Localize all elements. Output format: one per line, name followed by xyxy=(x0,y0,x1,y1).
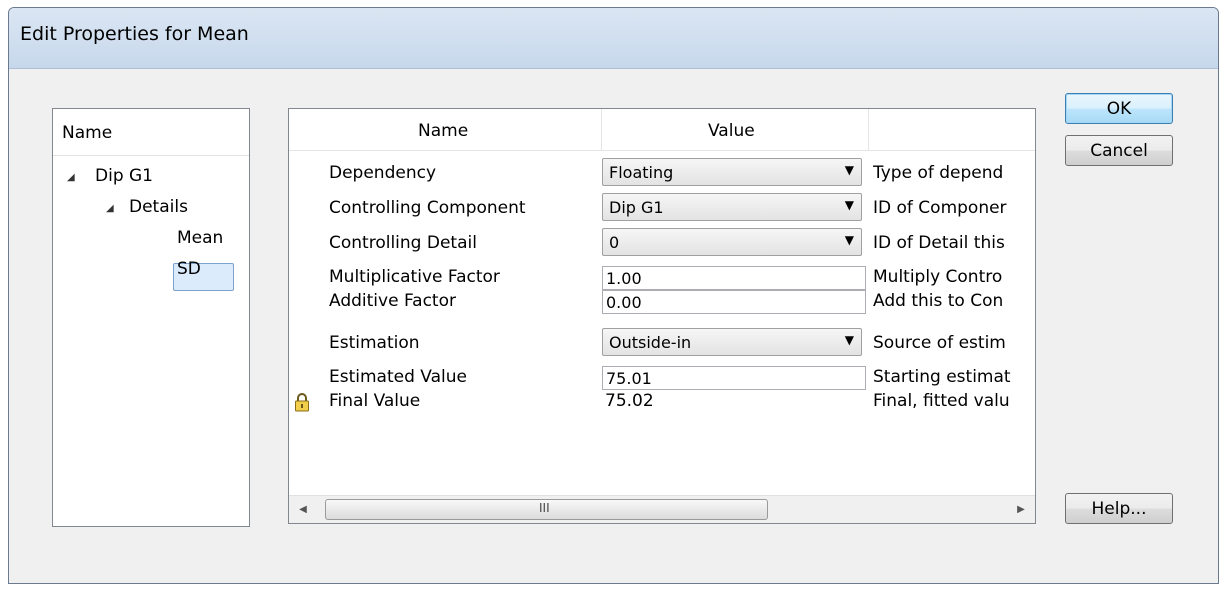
dropdown-value: Dip G1 xyxy=(609,198,664,217)
property-name: Controlling Detail xyxy=(329,233,477,253)
title-bar: Edit Properties for Mean xyxy=(9,8,1218,69)
scroll-grip-icon: III xyxy=(539,501,550,515)
grid-header: Name Value xyxy=(289,109,1035,151)
property-grid[interactable]: Name Value Dependency Floating ▼ Type of… xyxy=(288,108,1036,524)
dropdown-value: Outside-in xyxy=(609,333,692,352)
multiplicative-factor-input[interactable]: 1.00 xyxy=(602,266,866,290)
property-description: Starting estimat xyxy=(873,367,1011,387)
grid-row-controlling-detail[interactable]: Controlling Detail 0 ▼ ID of Detail this xyxy=(289,228,1035,260)
help-button[interactable]: Help... xyxy=(1065,493,1173,524)
tree-header-label: Name xyxy=(62,123,113,143)
additive-factor-input[interactable]: 0.00 xyxy=(602,290,866,314)
input-value: 0.00 xyxy=(606,293,642,312)
column-separator[interactable] xyxy=(868,109,869,150)
dialog-client-area: Name ◢ Dip G1 ◢ Details Mean SD Name Val… xyxy=(9,69,1218,583)
expanded-triangle-icon[interactable]: ◢ xyxy=(67,172,75,183)
dependency-dropdown[interactable]: Floating ▼ xyxy=(602,158,862,186)
tree-node-label: Dip G1 xyxy=(95,166,153,186)
property-name: Multiplicative Factor xyxy=(329,267,500,287)
property-description: Add this to Con xyxy=(873,291,1004,311)
grid-row-dependency[interactable]: Dependency Floating ▼ Type of depend xyxy=(289,158,1035,190)
dropdown-arrow-icon[interactable]: ▼ xyxy=(845,333,854,347)
property-description: ID of Componer xyxy=(873,198,1007,218)
tree-node-label: SD xyxy=(177,259,201,279)
tree-column-header[interactable]: Name xyxy=(53,109,249,156)
final-value-readonly: 75.02 xyxy=(605,391,654,411)
dropdown-arrow-icon[interactable]: ▼ xyxy=(845,163,854,177)
property-name: Estimated Value xyxy=(329,367,467,387)
controlling-component-dropdown[interactable]: Dip G1 ▼ xyxy=(602,193,862,221)
grid-row-multiplicative-factor[interactable]: Multiplicative Factor 1.00 Multiply Cont… xyxy=(289,266,1035,290)
estimated-value-input[interactable]: 75.01 xyxy=(602,366,866,390)
property-name: Final Value xyxy=(329,391,421,411)
scroll-left-arrow-icon[interactable]: ◀ xyxy=(289,496,317,523)
column-separator[interactable] xyxy=(601,109,602,150)
property-description: ID of Detail this xyxy=(873,233,1005,253)
tree-node-label: Mean xyxy=(177,228,224,248)
property-description: Final, fitted valu xyxy=(873,391,1010,411)
estimation-dropdown[interactable]: Outside-in ▼ xyxy=(602,328,862,356)
grid-row-controlling-component[interactable]: Controlling Component Dip G1 ▼ ID of Com… xyxy=(289,193,1035,225)
property-description: Multiply Contro xyxy=(873,267,1003,287)
grid-row-additive-factor[interactable]: Additive Factor 0.00 Add this to Con xyxy=(289,290,1035,314)
property-name: Dependency xyxy=(329,163,437,183)
tree-node-mean[interactable]: Mean xyxy=(177,228,223,248)
property-description: Source of estim xyxy=(873,333,1006,353)
property-name: Additive Factor xyxy=(329,291,456,311)
expanded-triangle-icon[interactable]: ◢ xyxy=(106,203,114,214)
grid-row-final-value[interactable]: Final Value 75.02 Final, fitted valu xyxy=(289,390,1035,414)
dialog-window: Edit Properties for Mean Name ◢ Dip G1 ◢… xyxy=(8,7,1219,584)
window-title: Edit Properties for Mean xyxy=(20,23,249,45)
property-name: Estimation xyxy=(329,333,420,353)
grid-row-estimated-value[interactable]: Estimated Value 75.01 Starting estimat xyxy=(289,366,1035,390)
cancel-button[interactable]: Cancel xyxy=(1065,135,1173,166)
input-value: 75.01 xyxy=(606,369,652,388)
grid-row-estimation[interactable]: Estimation Outside-in ▼ Source of estim xyxy=(289,328,1035,360)
controlling-detail-dropdown[interactable]: 0 ▼ xyxy=(602,228,862,256)
lock-icon xyxy=(295,393,309,412)
ok-button[interactable]: OK xyxy=(1065,93,1173,124)
dropdown-arrow-icon[interactable]: ▼ xyxy=(845,233,854,247)
grid-header-name[interactable]: Name xyxy=(418,121,468,141)
dropdown-value: 0 xyxy=(609,233,620,252)
dropdown-value: Floating xyxy=(609,163,674,182)
grid-header-value[interactable]: Value xyxy=(708,121,755,141)
property-description: Type of depend xyxy=(873,163,1004,183)
input-value: 1.00 xyxy=(606,269,642,288)
component-tree[interactable]: Name ◢ Dip G1 ◢ Details Mean SD xyxy=(52,108,250,527)
scrollbar-thumb[interactable]: III xyxy=(325,499,768,520)
horizontal-scrollbar[interactable]: ◀ III ▶ xyxy=(289,495,1035,523)
tree-node-label: Details xyxy=(129,197,188,217)
tree-node-sd[interactable]: SD xyxy=(177,259,201,279)
scroll-right-arrow-icon[interactable]: ▶ xyxy=(1007,496,1035,523)
dropdown-arrow-icon[interactable]: ▼ xyxy=(845,198,854,212)
property-name: Controlling Component xyxy=(329,198,526,218)
